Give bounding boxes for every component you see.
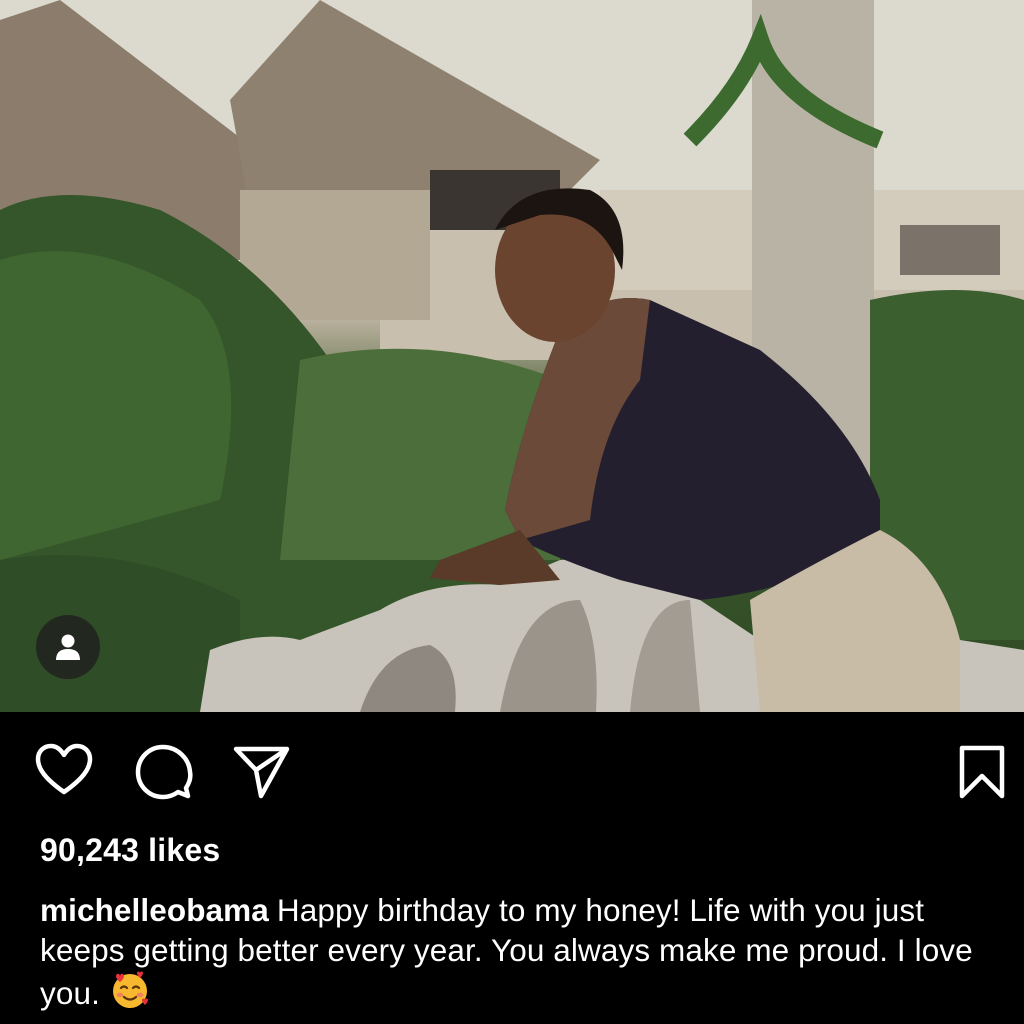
post-caption: michelleobama Happy birthday to my honey!… xyxy=(40,890,1000,1019)
smiling-face-with-hearts-icon xyxy=(110,970,150,1019)
heart-icon xyxy=(35,743,93,795)
send-icon xyxy=(233,746,290,799)
comment-button[interactable] xyxy=(134,742,194,807)
caption-username[interactable]: michelleobama xyxy=(40,892,269,928)
like-button[interactable] xyxy=(34,742,94,803)
person-tag-button[interactable] xyxy=(36,615,100,679)
save-button[interactable] xyxy=(958,744,1006,805)
likes-count[interactable]: 90,243 likes xyxy=(40,832,220,869)
comment-icon xyxy=(135,744,193,800)
bookmark-icon xyxy=(959,745,1005,799)
person-tag-icon xyxy=(56,634,80,660)
photo-illustration xyxy=(0,0,1024,712)
share-button[interactable] xyxy=(232,742,292,807)
post-photo[interactable] xyxy=(0,0,1024,712)
